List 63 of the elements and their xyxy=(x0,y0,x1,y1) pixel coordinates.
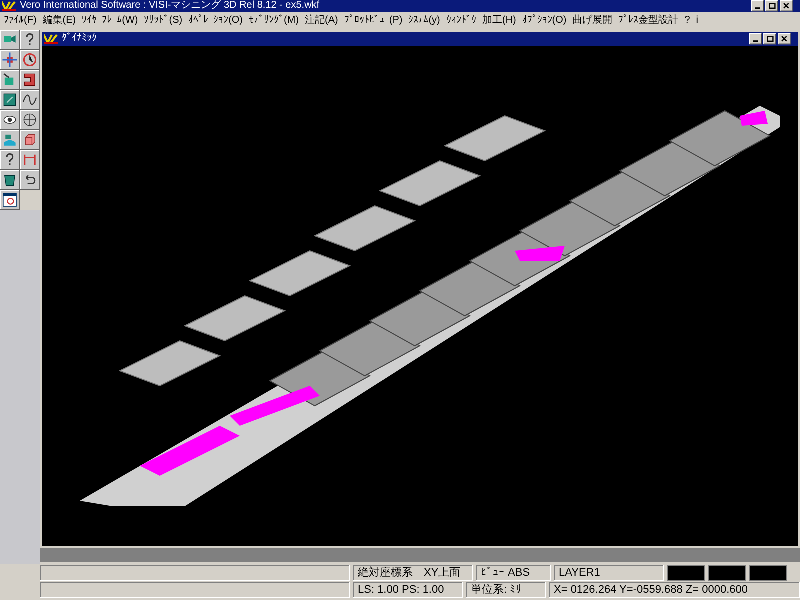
menu-item[interactable]: ﾜｲﾔｰﾌﾚｰﾑ(W) xyxy=(82,15,138,27)
toolbar-button[interactable] xyxy=(20,130,40,150)
dimension-icon xyxy=(22,152,38,168)
toolbar-button[interactable] xyxy=(20,110,40,130)
toolbar-button[interactable] xyxy=(20,30,40,50)
scale-readout: LS: 1.00 PS: 1.00 xyxy=(353,582,463,598)
toolbar-button[interactable] xyxy=(0,30,20,50)
toolbar-button[interactable] xyxy=(0,90,20,110)
toolbar-button[interactable] xyxy=(20,170,40,190)
minimize-button[interactable] xyxy=(751,0,764,12)
menu-item[interactable]: ﾓﾃﾞﾘﾝｸﾞ(M) xyxy=(249,15,300,27)
logo-icon xyxy=(2,1,16,11)
menu-item[interactable]: ﾌｧｲﾙ(F) xyxy=(4,15,37,27)
wave-icon xyxy=(22,92,38,108)
view-mode: ﾋﾞｭｰ ABS xyxy=(476,565,551,581)
logo-icon xyxy=(44,34,58,44)
menu-item[interactable]: ｵﾍﾟﾚｰｼｮﾝ(O) xyxy=(188,15,244,27)
restore-button[interactable] xyxy=(766,0,778,12)
menu-item[interactable]: ﾌﾟﾛｯﾄﾋﾞｭｰ(P) xyxy=(344,15,403,27)
toolbar-button[interactable] xyxy=(0,110,20,130)
menu-item[interactable]: i xyxy=(696,15,699,27)
move-arrows-icon xyxy=(2,52,18,68)
toolbar-button[interactable] xyxy=(0,150,20,170)
menu-item[interactable]: ? xyxy=(684,15,690,27)
toolbar-button[interactable] xyxy=(0,50,20,70)
close-icon xyxy=(781,36,788,42)
close-button[interactable] xyxy=(778,33,791,45)
menu-item[interactable]: ｼｽﾃﾑ(y) xyxy=(408,15,440,27)
toolbar-button[interactable] xyxy=(20,50,40,70)
menu-item[interactable]: ｳｨﾝﾄﾞｳ xyxy=(446,15,476,27)
close-button[interactable] xyxy=(780,0,793,12)
toolbar-button[interactable] xyxy=(20,90,40,110)
circle-grid-icon xyxy=(22,112,38,128)
maximize-icon xyxy=(766,36,774,42)
restore-icon xyxy=(768,2,776,10)
toolbar-button[interactable] xyxy=(20,150,40,170)
toolbar-button[interactable] xyxy=(0,70,20,90)
color-swatch xyxy=(667,565,705,581)
window-search-icon xyxy=(2,192,18,208)
menu-item[interactable]: 加工(H) xyxy=(482,15,516,27)
toolbar-button[interactable] xyxy=(0,170,20,190)
unit-system: 単位系: ﾐﾘ xyxy=(466,582,546,598)
coordinate-system: 絶対座標系 XY上面 xyxy=(353,565,473,581)
coordinates-readout: X= 0126.264 Y=-0559.688 Z= 0000.600 xyxy=(549,582,800,598)
toolbar-button[interactable] xyxy=(20,70,40,90)
menu-item[interactable]: 編集(E) xyxy=(42,15,76,27)
window-title: Vero International Software : VISI-マシニング 3D Rel 8.12 - ex5.wkf xyxy=(20,0,321,12)
color-swatch xyxy=(708,565,746,581)
menu-item[interactable]: 曲げ展開 xyxy=(572,15,613,27)
close-icon xyxy=(783,2,790,10)
maximize-button[interactable] xyxy=(764,33,776,45)
color-swatch xyxy=(749,565,787,581)
view-window-title: ﾀﾞｲﾅﾐｯｸ xyxy=(62,33,98,45)
menu-item[interactable]: ｿﾘｯﾄﾞ(S) xyxy=(144,15,183,27)
minimize-button[interactable] xyxy=(749,33,762,45)
bracket-icon xyxy=(22,72,38,88)
toolbar-button[interactable] xyxy=(0,190,20,210)
menu-item[interactable]: 注記(A) xyxy=(305,15,338,27)
menu-item[interactable]: ﾌﾟﾚｽ金型設計 xyxy=(618,15,679,27)
layer-name: LAYER1 xyxy=(554,565,664,581)
menu-item[interactable]: ｵﾌﾟｼｮﾝ(O) xyxy=(522,15,567,27)
toolbar-button[interactable] xyxy=(0,130,20,150)
clock-icon xyxy=(22,52,38,68)
